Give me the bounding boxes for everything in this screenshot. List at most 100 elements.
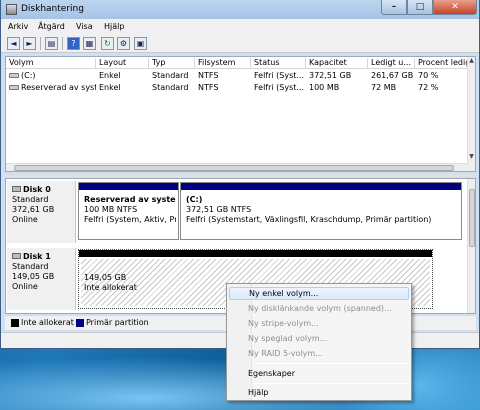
col-header-layout[interactable]: Layout [96, 58, 149, 69]
volume-filesystem: NTFS [198, 83, 219, 92]
volume-list-horizontal-scrollbar[interactable] [6, 163, 468, 171]
partition-info: (C:) 372,51 GB NTFS Felfri (Systemstart,… [183, 192, 459, 237]
menu-properties[interactable]: Egenskaper [229, 367, 409, 380]
partition-info: Reserverad av systemet 100 MB NTFS Felfr… [81, 192, 176, 237]
volume-list-header: Volym Layout Typ Filsystem Status Kapaci… [6, 57, 468, 69]
vertical-scroll-thumb[interactable] [469, 189, 475, 247]
col-header-status[interactable]: Status [251, 58, 306, 69]
volume-capacity: 372,51 GB [309, 71, 352, 80]
menu-new-striped-volume[interactable]: Ny stripe-volym... [229, 317, 409, 330]
volume-name: Reserverad av syst... [21, 83, 96, 92]
partition-status: Felfri (System, Aktiv, Prim [84, 215, 176, 224]
partition-title: Reserverad av systemet [84, 195, 176, 204]
title-bar[interactable]: Diskhantering – □ ✕ [1, 0, 479, 19]
disk-name: Disk 1 [23, 252, 51, 261]
unallocated-bar [79, 250, 432, 257]
back-icon[interactable]: ◄ [7, 37, 20, 50]
refresh-icon[interactable]: ↻ [101, 37, 114, 50]
partition-c[interactable]: (C:) 372,51 GB NTFS Felfri (Systemstart,… [180, 182, 462, 240]
volume-name: (C:) [21, 71, 36, 80]
disk-type: Standard [12, 195, 49, 204]
partition-status: Felfri (Systemstart, Växlingsfil, Krasch… [186, 215, 432, 224]
partition-size: 100 MB NTFS [84, 205, 138, 214]
col-header-volym[interactable]: Volym [6, 58, 96, 69]
volume-capacity: 100 MB [309, 83, 340, 92]
col-header-kapacitet[interactable]: Kapacitet [306, 58, 368, 69]
volume-name-cell: (C:) [6, 71, 96, 80]
volume-filesystem: NTFS [198, 71, 219, 80]
disk-icon [12, 253, 21, 259]
volume-name-cell: Reserverad av syst... [6, 83, 96, 92]
menu-help[interactable]: Hjälp [229, 386, 409, 399]
col-header-typ[interactable]: Typ [149, 58, 195, 69]
toolbar-separator [62, 37, 63, 50]
disk-size: 372,61 GB [12, 205, 55, 214]
disk-status: Online [12, 215, 38, 224]
help-icon[interactable]: ? [67, 37, 80, 50]
disk-0-label[interactable]: Disk 0 Standard 372,61 GB Online [7, 181, 76, 243]
primary-partition-bar [79, 183, 178, 190]
scroll-up-icon[interactable]: ▲ [468, 57, 475, 65]
menu-arkiv[interactable]: Arkiv [8, 22, 28, 31]
menu-new-raid5-volume[interactable]: Ny RAID 5-volym... [229, 347, 409, 360]
col-header-procent[interactable]: Procent ledig... [415, 58, 468, 69]
horizontal-scroll-thumb[interactable] [14, 165, 454, 171]
disk-icon [12, 186, 21, 192]
volume-free: 261,67 GB [371, 71, 414, 80]
drive-icon [9, 73, 19, 78]
console-icon[interactable]: ▣ [134, 37, 147, 50]
primary-partition-bar [181, 183, 461, 190]
partition-size: 149,05 GB [84, 273, 127, 282]
scroll-down-icon[interactable]: ▼ [468, 153, 475, 161]
volume-status: Felfri (Syst... [254, 71, 305, 80]
console-tree-icon[interactable]: ▤ [45, 37, 58, 50]
volume-type: Standard [152, 71, 189, 80]
properties-icon[interactable]: ▦ [83, 37, 96, 50]
disk-name: Disk 0 [23, 185, 51, 194]
toolbar-separator [40, 37, 41, 50]
volume-status: Felfri (Syst... [254, 83, 305, 92]
close-button[interactable]: ✕ [433, 0, 477, 15]
legend-swatch-unallocated [11, 319, 19, 327]
drive-icon [9, 85, 19, 90]
partition-reserved[interactable]: Reserverad av systemet 100 MB NTFS Felfr… [78, 182, 179, 240]
legend-label-primary: Primär partition [86, 318, 149, 327]
volume-row[interactable]: (C:) Enkel Standard NTFS Felfri (Syst...… [6, 70, 468, 82]
menu-bar: Arkiv Åtgärd Visa Hjälp [1, 19, 479, 34]
pane-splitter[interactable] [5, 174, 476, 177]
menu-atgard[interactable]: Åtgärd [38, 22, 65, 31]
menu-new-spanned-volume[interactable]: Ny disklänkande volym (spanned)... [229, 302, 409, 315]
minimize-button[interactable]: – [381, 0, 407, 15]
volume-layout: Enkel [99, 83, 121, 92]
volume-layout: Enkel [99, 71, 121, 80]
window-title: Diskhantering [21, 4, 84, 14]
col-header-filsystem[interactable]: Filsystem [195, 58, 251, 69]
legend-swatch-primary [76, 319, 84, 327]
volume-list-vertical-scrollbar[interactable]: ▲ ▼ [467, 57, 475, 171]
volume-type: Standard [152, 83, 189, 92]
menu-hjalp[interactable]: Hjälp [104, 22, 124, 31]
volume-percent-free: 72 % [418, 83, 439, 92]
partition-size: 372,51 GB NTFS [186, 205, 252, 214]
volume-list: Volym Layout Typ Filsystem Status Kapaci… [5, 56, 476, 172]
volume-row[interactable]: Reserverad av syst... Enkel Standard NTF… [6, 82, 468, 94]
toolbar: ◄ ► ▤ ? ▦ ↻ ⚙ ▣ [1, 34, 479, 53]
disk-pane-vertical-scrollbar[interactable] [467, 179, 475, 313]
maximize-button[interactable]: □ [407, 0, 433, 15]
context-menu: Ny enkel volym... Ny disklänkande volym … [226, 283, 412, 401]
volume-free: 72 MB [371, 83, 397, 92]
partition-title: (C:) [186, 195, 203, 204]
menu-visa[interactable]: Visa [76, 22, 93, 31]
legend-label-unallocated: Inte allokerat [21, 318, 74, 327]
menu-separator [254, 363, 408, 364]
forward-icon[interactable]: ► [23, 37, 36, 50]
menu-new-simple-volume[interactable]: Ny enkel volym... [229, 287, 409, 300]
disk-1-label[interactable]: Disk 1 Standard 149,05 GB Online [7, 248, 76, 310]
settings-icon[interactable]: ⚙ [117, 37, 130, 50]
menu-new-mirrored-volume[interactable]: Ny speglad volym... [229, 332, 409, 345]
col-header-ledigt[interactable]: Ledigt u... [368, 58, 415, 69]
disk-type: Standard [12, 262, 49, 271]
menu-separator [254, 383, 408, 384]
disk-size: 149,05 GB [12, 272, 55, 281]
disk-status: Online [12, 282, 38, 291]
